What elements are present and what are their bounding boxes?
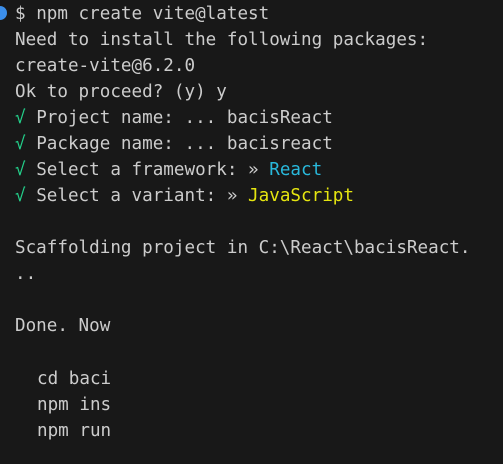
answer-separator: »: [226, 186, 238, 206]
check-icon: √: [15, 160, 26, 180]
answer-framework: √ Select a framework: » React: [15, 157, 322, 183]
check-icon: √: [15, 108, 26, 128]
package-line: create-vite@6.2.0: [15, 56, 196, 76]
need-install-line: Need to install the following packages:: [15, 30, 429, 50]
answer-project-name: √ Project name: ... bacisReact: [15, 105, 333, 131]
answer-separator: ...: [184, 134, 217, 154]
scaffolding-continuation: ..: [15, 264, 37, 284]
overlapping-panel: [113, 318, 503, 464]
prompt-line: $ npm create vite@latest: [15, 1, 269, 27]
command-status-dot-icon[interactable]: [0, 6, 7, 20]
answer-package-name: √ Package name: ... bacisreact: [15, 131, 333, 157]
answer-separator: »: [248, 160, 259, 180]
done-line: Done. Now: [15, 316, 111, 336]
answer-label: Package name:: [36, 134, 174, 154]
answer-value: bacisReact: [226, 108, 333, 128]
answer-variant: √ Select a variant: » JavaScript: [15, 183, 354, 209]
framework-value: React: [269, 160, 323, 180]
answer-separator: ...: [184, 108, 217, 128]
check-icon: √: [15, 134, 26, 154]
proceed-line: Ok to proceed? (y) y: [15, 82, 227, 102]
next-step-cd: cd baci: [37, 369, 112, 389]
terminal-window[interactable]: $ npm create vite@latest Need to install…: [0, 0, 503, 464]
scaffolding-line: Scaffolding project in C:\React\bacisRea…: [15, 238, 471, 258]
answer-value: bacisreact: [226, 134, 333, 154]
answer-label: Select a framework:: [36, 160, 238, 180]
prompt-command: npm create vite@latest: [36, 4, 270, 24]
check-icon: √: [15, 186, 26, 206]
variant-value: JavaScript: [248, 186, 354, 206]
next-step-install: npm ins: [37, 395, 112, 415]
prompt-symbol: $: [15, 4, 26, 24]
answer-label: Select a variant:: [36, 186, 217, 206]
next-step-run: npm run: [37, 421, 112, 441]
answer-label: Project name:: [36, 108, 174, 128]
